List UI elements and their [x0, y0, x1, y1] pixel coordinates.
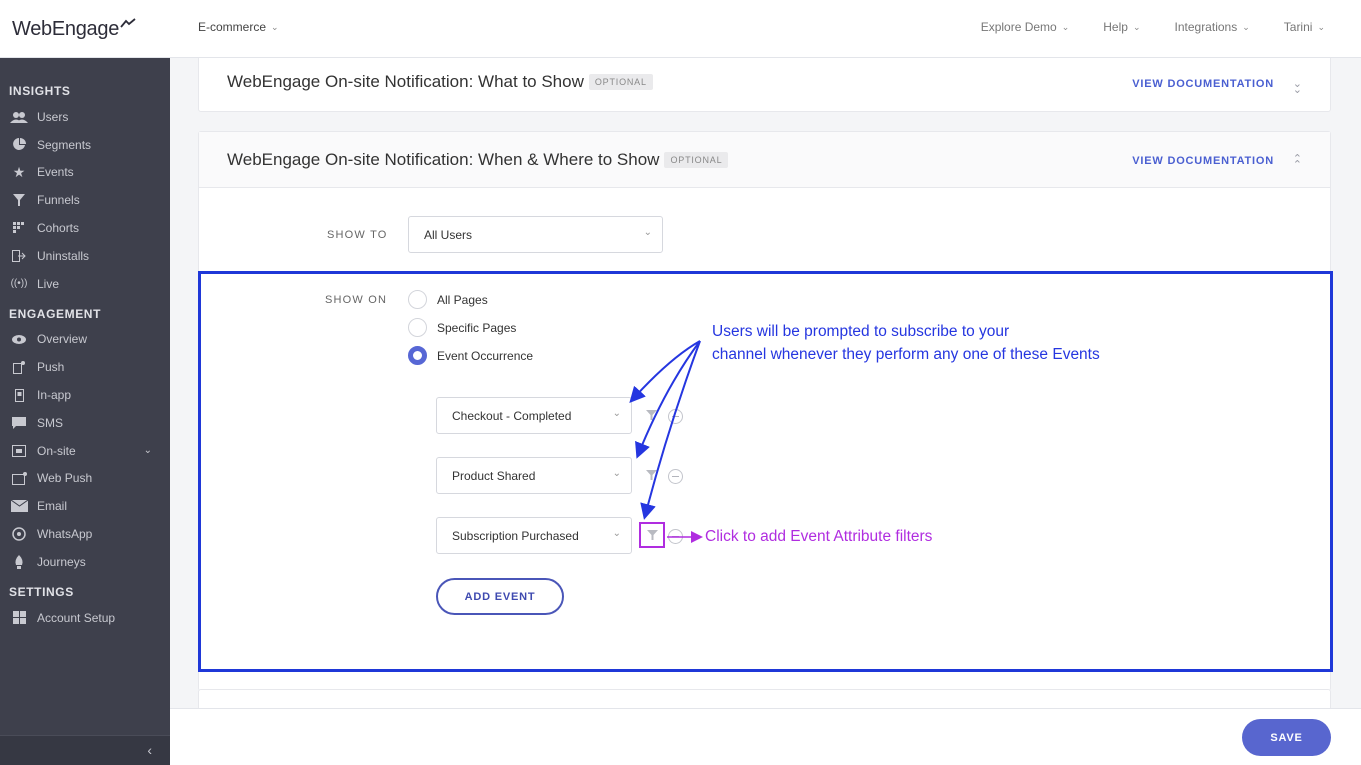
chevron-down-icon: ⌄ — [1061, 22, 1070, 32]
funnel-icon — [9, 193, 29, 207]
sidebar: INSIGHTS Users Segments ★ Events Funnels … — [0, 58, 170, 765]
chevron-down-icon: ⌄ — [271, 22, 279, 32]
chevron-down-icon[interactable]: ⌄ — [144, 445, 152, 456]
sidebar-item-events[interactable]: ★ Events — [0, 159, 170, 187]
sms-icon — [9, 416, 29, 430]
sidebar-item-journeys[interactable]: Journeys — [0, 548, 170, 576]
top-nav: Explore Demo ⌄ Help ⌄ Integrations ⌄ Tarini… — [981, 20, 1325, 34]
sidebar-item-overview[interactable]: Overview — [0, 326, 170, 354]
cohorts-icon — [9, 221, 29, 235]
main-content: WebEngage On-site Notification: What to … — [170, 58, 1361, 765]
star-icon: ★ — [12, 163, 26, 180]
nav-explore-demo[interactable]: Explore Demo ⌄ — [981, 20, 1070, 34]
sidebar-section-engagement: ENGAGEMENT — [9, 306, 102, 321]
inapp-icon — [9, 388, 29, 402]
sidebar-item-live[interactable]: ((•)) Live — [0, 270, 170, 298]
eye-icon — [9, 332, 29, 346]
pie-icon — [9, 138, 29, 152]
rocket-icon — [9, 554, 29, 569]
push-icon — [9, 360, 29, 374]
sidebar-item-webpush[interactable]: Web Push — [0, 465, 170, 493]
annotation-arrows — [629, 340, 703, 543]
sidebar-item-funnels[interactable]: Funnels — [0, 186, 170, 214]
grid-icon — [9, 611, 29, 625]
sidebar-section-settings: SETTINGS — [9, 584, 74, 599]
sidebar-item-uninstalls[interactable]: Uninstalls — [0, 242, 170, 270]
chevron-down-icon: ⌄ — [1317, 22, 1325, 32]
live-icon: ((•)) — [10, 278, 28, 290]
project-selector[interactable]: E-commerce ⌄ — [198, 20, 279, 34]
save-button[interactable]: SAVE — [1242, 719, 1331, 756]
nav-user-menu[interactable]: Tarini ⌄ — [1284, 20, 1325, 34]
sidebar-item-account-setup[interactable]: Account Setup — [0, 604, 170, 632]
nav-integrations[interactable]: Integrations ⌄ — [1175, 20, 1250, 34]
sidebar-item-whatsapp[interactable]: WhatsApp — [0, 520, 170, 548]
sidebar-section-insights: INSIGHTS — [9, 84, 71, 98]
sidebar-item-sms[interactable]: SMS — [0, 409, 170, 437]
chevron-left-icon: ‹ — [147, 742, 152, 758]
users-icon — [9, 110, 29, 124]
webpush-icon — [9, 471, 29, 485]
annotation-events-note: Users will be prompted to subscribe to y… — [712, 323, 1100, 363]
footer-bar: SAVE — [170, 708, 1361, 765]
sidebar-item-onsite[interactable]: On-site ⌄ — [0, 437, 170, 465]
sidebar-item-cohorts[interactable]: Cohorts — [0, 214, 170, 242]
sidebar-collapse-button[interactable]: ‹ — [0, 735, 170, 765]
email-icon — [9, 499, 29, 513]
top-header: WebEngage E-commerce ⌄ Explore Demo ⌄ Help… — [0, 0, 1361, 58]
onsite-icon — [9, 444, 29, 458]
webengage-logo[interactable]: WebEngage — [0, 0, 170, 58]
logo-bird-icon — [120, 18, 136, 28]
annotation-filter-note: Click to add Event Attribute filters — [705, 528, 933, 545]
logo-text: WebEngage — [12, 17, 120, 40]
chevron-down-icon: ⌄ — [1242, 22, 1250, 32]
sidebar-item-push[interactable]: Push — [0, 353, 170, 381]
sidebar-item-email[interactable]: Email — [0, 492, 170, 520]
sidebar-item-segments[interactable]: Segments — [0, 131, 170, 159]
nav-help[interactable]: Help ⌄ — [1103, 20, 1140, 34]
sidebar-item-users[interactable]: Users — [0, 103, 170, 131]
sidebar-item-inapp[interactable]: In-app — [0, 381, 170, 409]
chevron-down-icon: ⌄ — [1132, 22, 1141, 32]
uninstall-icon — [9, 249, 29, 263]
whatsapp-icon — [9, 527, 29, 541]
